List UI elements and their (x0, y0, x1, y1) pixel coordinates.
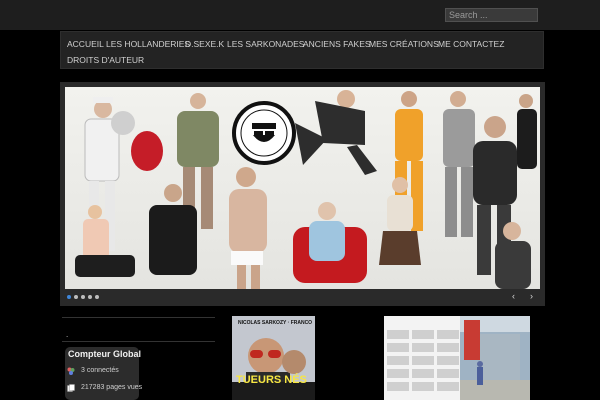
slider-dot[interactable] (88, 295, 92, 299)
nav-item-accueil[interactable]: ACCUEIL (67, 37, 104, 51)
poster-names: NICOLAS SARKOZY · FRANCOIS BAYROU (238, 320, 312, 326)
document-collage-image (384, 316, 530, 400)
connected-count: 3 connectés (81, 367, 119, 374)
poster-image (232, 316, 315, 400)
counter-title: Compteur Global (68, 349, 142, 359)
pageviews-count: 217283 pages vues (81, 384, 143, 391)
nav-item-anciens-fakes[interactable]: ANCIENS FAKES (303, 37, 371, 51)
users-icon (67, 367, 75, 375)
slider-prev-button[interactable]: ‹ (512, 290, 515, 302)
chair-figure (293, 202, 367, 283)
collage-illustration (75, 90, 537, 289)
jumping-figure (295, 90, 377, 175)
slider-next-button[interactable]: › (530, 290, 533, 302)
search-input[interactable] (445, 8, 538, 22)
slider-dot[interactable] (95, 295, 99, 299)
top-bar (0, 0, 600, 30)
slide-image[interactable] (65, 87, 540, 289)
post-thumbnail-street[interactable] (384, 316, 530, 400)
grey-suit-figure (443, 91, 475, 237)
divider (62, 317, 215, 318)
slider-dot[interactable] (81, 295, 85, 299)
slider-dot[interactable] (67, 295, 71, 299)
nav-item-droits-dauteur[interactable]: DROITS D'AUTEUR (67, 53, 144, 67)
main-nav: ACCUEIL LES HOLLANDERIES D.SEXE.K LES SA… (60, 31, 544, 69)
counter-widget: Compteur Global 3 connectés 217283 pages… (65, 347, 143, 400)
nav-item-les-hollanderies[interactable]: LES HOLLANDERIES (106, 37, 190, 51)
nav-item-me-contactez[interactable]: ME CONTACTEZ (438, 37, 504, 51)
poster-title: TUEURS NÉS (236, 374, 307, 386)
nav-item-mes-creations[interactable]: MES CRÉATIONS (369, 37, 439, 51)
nav-item-dsexek[interactable]: D.SEXE.K (185, 37, 224, 51)
nav-item-les-sarkonades[interactable]: LES SARKONADES (227, 37, 304, 51)
shirtless-figure (229, 167, 267, 289)
pages-icon (67, 384, 75, 392)
soldier-figure (517, 94, 537, 169)
post-thumbnail-tueurs-nes[interactable]: NICOLAS SARKOZY · FRANCOIS BAYROU TUEURS… (232, 316, 315, 400)
divider (62, 341, 215, 342)
sidebar-title: . (66, 330, 69, 339)
logo-badge (232, 101, 296, 165)
image-slider: ‹ › (60, 82, 545, 306)
slider-dot[interactable] (74, 295, 78, 299)
